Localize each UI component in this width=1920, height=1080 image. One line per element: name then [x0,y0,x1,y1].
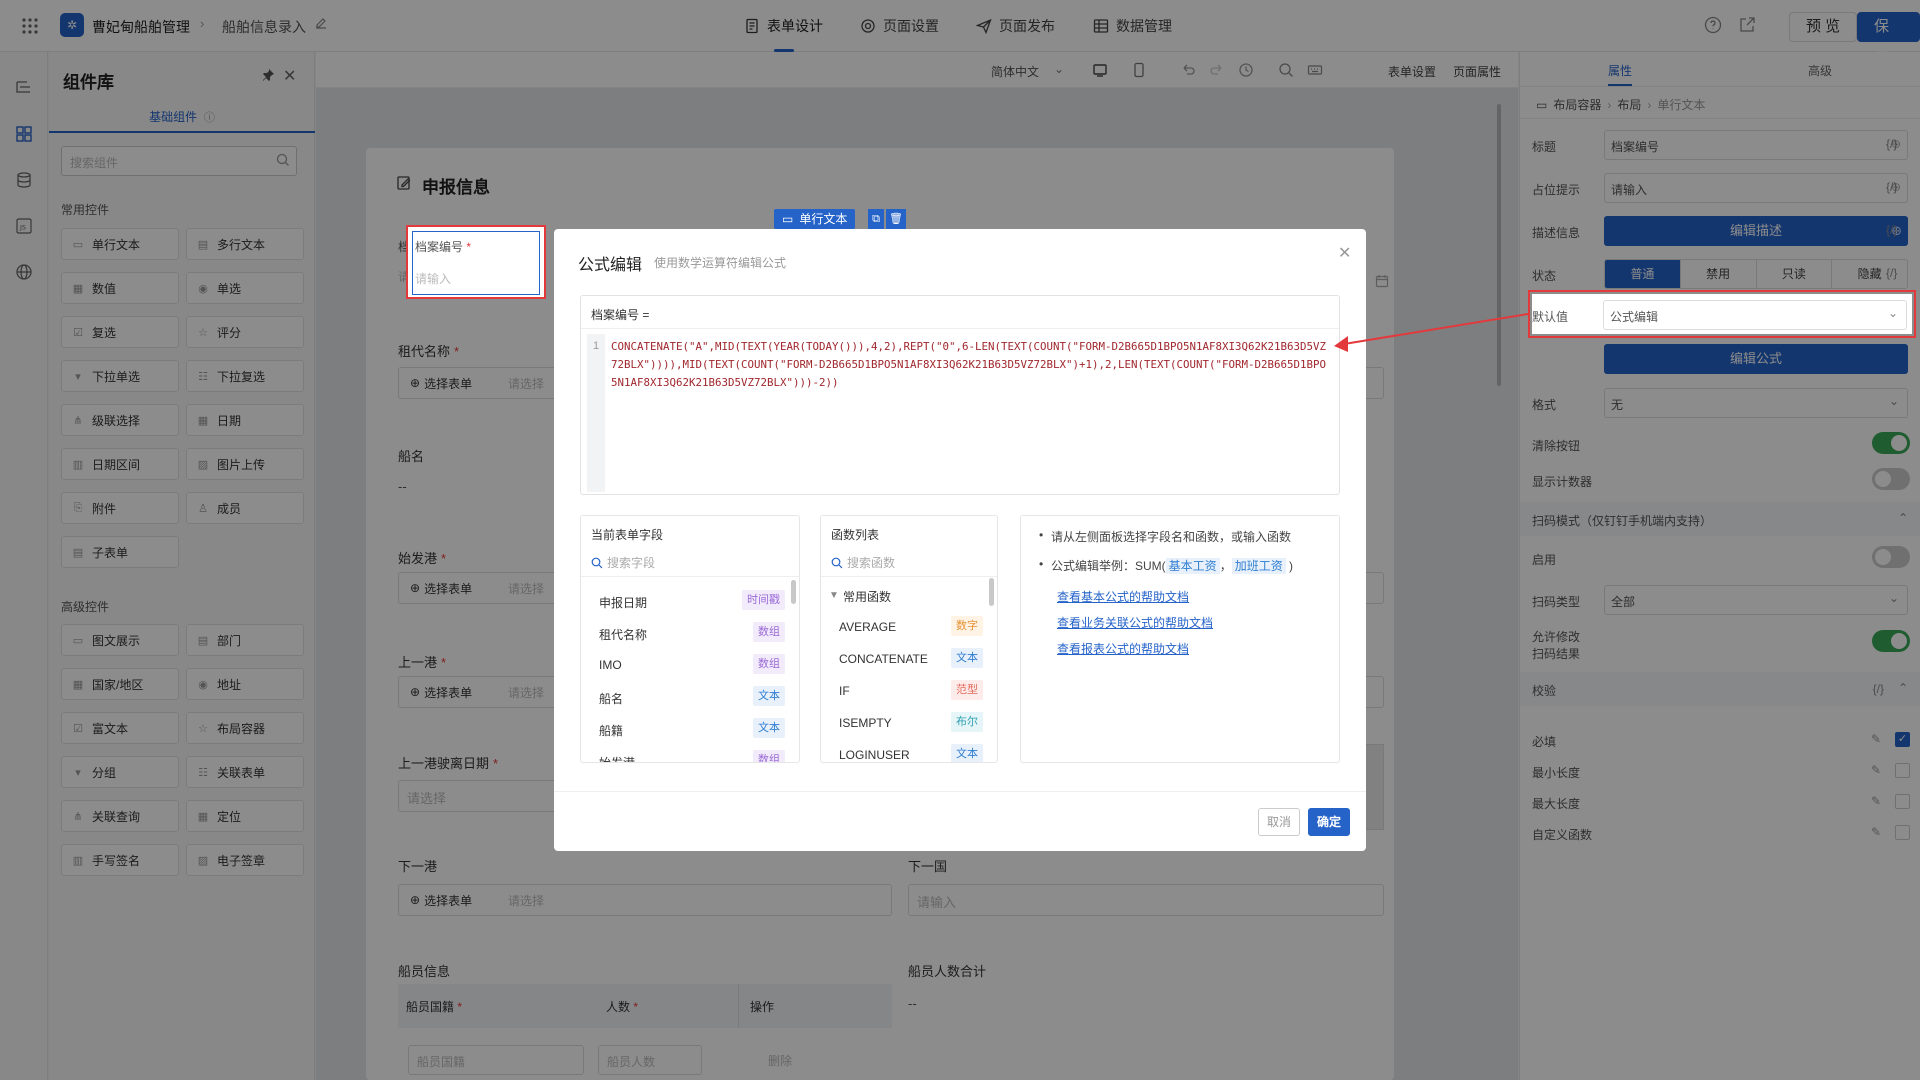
function-group-common[interactable]: 常用函数 [843,588,891,605]
divider [581,576,799,577]
line-number-gutter: 1 [587,334,605,492]
function-type-tag: 范型 [951,680,983,700]
trash-icon[interactable]: 🗑 [886,209,906,229]
field-item[interactable]: 租代名称 [599,626,647,643]
example-field-tag: 加班工资 [1231,558,1286,574]
help-link-report[interactable]: 查看报表公式的帮助文档 [1057,640,1189,657]
field-type-tag: 数组 [753,750,785,762]
tag-label: 单行文本 [799,212,848,226]
search-placeholder: 搜索函数 [847,556,896,570]
select-value: 公式编辑 [1610,310,1659,324]
help-text: ， [1219,559,1232,573]
field-list-scrollbar[interactable] [791,580,796,604]
search-icon [831,557,843,568]
function-item[interactable]: LOGINUSER [839,748,910,762]
field-type-tag: 数组 [753,622,785,642]
confirm-button[interactable]: 确定 [1308,808,1351,836]
functions-panel: 函数列表 搜索函数 ▼ 常用函数 AVERAGE 数字 CONCATENATE 文本 I… [820,515,998,763]
help-link-business[interactable]: 查看业务关联公式的帮助文档 [1057,614,1213,631]
formula-editor[interactable]: 档案编号 = 1 CONCATENATE("A",MID(TEXT(YEAR(T… [580,295,1340,495]
field-item[interactable]: 船名 [599,690,623,707]
function-type-tag: 布尔 [951,712,983,732]
divider [821,576,997,577]
field-type-tag: 文本 [753,718,785,738]
help-link-basic[interactable]: 查看基本公式的帮助文档 [1057,588,1189,605]
copy-icon[interactable]: ⧉ [868,209,884,229]
formula-editor-modal: 公式编辑 使用数学运算符编辑公式 ✕ 档案编号 = 1 CONCATENATE(… [554,229,1366,851]
modal-subtitle: 使用数学运算符编辑公式 [654,256,787,270]
field-item[interactable]: IMO [599,658,622,672]
panel-title: 函数列表 [831,528,880,542]
default-value-select[interactable]: 公式编辑 ⌄ [1603,300,1907,330]
footer-divider [554,791,1366,792]
field-type-tag: 数组 [753,654,785,674]
field-type-tag: 时间戳 [742,590,785,610]
selected-field-outline[interactable]: 档案编号 * 请输入 [412,231,540,295]
caret-down-icon[interactable]: ▼ [829,590,839,601]
modal-title: 公式编辑 [578,257,643,274]
field-item[interactable]: 船籍 [599,722,623,739]
default-value-highlight-bg: 默认值 公式编辑 ⌄ [1532,294,1912,334]
function-type-tag: 数字 [951,616,983,636]
component-icon: ▭ [782,212,794,226]
chevron-down-icon: ⌄ [1887,306,1898,320]
form-fields-panel: 当前表单字段 搜索字段 申报日期 时间戳 租代名称 数组 IMO 数组 船名 文本 船籍 文本 始发… [580,515,800,763]
help-panel: 请从左侧面板选择字段名和函数，或输入函数 公式编辑举例：SUM(基本工资，加班工… [1020,515,1340,763]
example-field-tag: 基本工资 [1165,558,1220,574]
function-item[interactable]: ISEMPTY [839,716,892,730]
function-list-scrollbar[interactable] [989,578,994,606]
field-item[interactable]: 申报日期 [599,594,647,611]
help-list: 请从左侧面板选择字段名和函数，或输入函数 公式编辑举例：SUM(基本工资，加班工… [1039,528,1334,586]
field-type-tag: 文本 [753,686,785,706]
annotation-arrow [1334,313,1529,352]
help-item: 请从左侧面板选择字段名和函数，或输入函数 [1039,528,1334,545]
search-placeholder: 搜索字段 [607,556,656,570]
editor-target-label: 档案编号 = [591,308,650,322]
function-item[interactable]: CONCATENATE [839,652,928,666]
function-item[interactable]: IF [839,684,850,698]
help-text: ) [1285,559,1294,573]
divider [581,328,1339,329]
formula-code[interactable]: CONCATENATE("A",MID(TEXT(YEAR(TODAY())),… [611,338,1331,392]
function-search-input[interactable]: 搜索函数 [831,554,895,571]
help-item: 公式编辑举例：SUM(基本工资，加班工资 ) [1039,557,1334,574]
line-number: 1 [592,340,600,352]
close-icon[interactable]: ✕ [1338,243,1351,263]
help-text: 公式编辑举例：SUM( [1051,559,1166,573]
field-label-file-no: 档案编号 * [415,240,472,254]
field-item[interactable]: 始发港 [599,754,635,762]
panel-title: 当前表单字段 [591,528,664,542]
search-icon [591,557,603,568]
highlighted-file-no-field: 档案编号 * 请输入 [406,225,546,299]
function-type-tag: 文本 [951,744,983,762]
label-text: 档案编号 [415,240,464,254]
function-type-tag: 文本 [951,648,983,668]
selected-component-tag[interactable]: ▭ 单行文本 [774,209,856,229]
function-item[interactable]: AVERAGE [839,620,896,634]
field-search-input[interactable]: 搜索字段 [591,554,655,571]
file-no-placeholder: 请输入 [415,272,452,286]
cancel-button[interactable]: 取消 [1258,808,1301,836]
